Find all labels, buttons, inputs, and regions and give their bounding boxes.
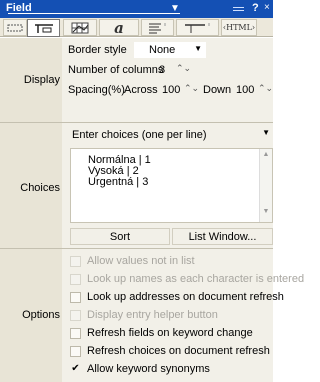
option-allow-keyword-synonyms[interactable]: ✔ Allow keyword synonyms bbox=[70, 362, 210, 376]
tab-field[interactable] bbox=[27, 19, 60, 37]
tab-text-style[interactable] bbox=[3, 19, 27, 36]
chevron-down-icon: ▼ bbox=[262, 128, 270, 137]
choices-scrollbar[interactable]: ▲ ▼ bbox=[259, 149, 272, 222]
across-label: Across bbox=[124, 84, 158, 96]
option-label: Allow keyword synonyms bbox=[87, 363, 210, 375]
scroll-up-icon[interactable]: ▲ bbox=[260, 151, 272, 163]
text-style-icon bbox=[7, 24, 23, 31]
tab-html[interactable]: ‹HTML› bbox=[221, 19, 257, 36]
tab-grid[interactable] bbox=[63, 19, 97, 36]
help-button[interactable]: ? bbox=[252, 2, 259, 14]
option-refresh-choices-document-refresh[interactable]: Refresh choices on document refresh bbox=[70, 344, 270, 358]
tab-paragraph[interactable] bbox=[141, 19, 174, 36]
down-label: Down bbox=[203, 84, 232, 96]
checkbox-icon bbox=[70, 309, 81, 321]
font-icon: a bbox=[114, 18, 124, 37]
option-label: Refresh choices on document refresh bbox=[87, 345, 270, 357]
checkbox-icon[interactable] bbox=[70, 291, 81, 303]
grid-icon bbox=[71, 22, 89, 33]
option-label: Display entry helper button bbox=[87, 309, 218, 321]
choices-source-value: Enter choices (one per line) bbox=[72, 129, 207, 141]
display-panel: Border style None ▼ Number of columns 3 … bbox=[62, 38, 273, 122]
display-section: Display Border style None ▼ Number of co… bbox=[0, 38, 273, 122]
choices-textarea[interactable]: Normálna | 1 Vysoká | 2 Urgentná | 3 ▲ ▼ bbox=[70, 148, 273, 223]
down-spinner-icon[interactable]: ⌃⌄ bbox=[258, 83, 273, 94]
option-label: Refresh fields on keyword change bbox=[87, 327, 253, 339]
options-section-label: Options bbox=[22, 309, 60, 321]
palette-titlebar[interactable]: Field ▼ ? × bbox=[0, 0, 273, 18]
option-label: Look up addresses on document refresh bbox=[87, 291, 284, 303]
columns-label: Number of columns bbox=[68, 64, 164, 76]
sort-button[interactable]: Sort bbox=[70, 228, 170, 245]
choices-source-dropdown[interactable]: Enter choices (one per line) ▼ bbox=[68, 127, 273, 143]
checkbox-icon[interactable] bbox=[70, 345, 81, 357]
border-style-dropdown[interactable]: None ▼ bbox=[134, 42, 206, 58]
option-display-entry-helper: Display entry helper button bbox=[70, 308, 218, 322]
checkbox-icon bbox=[70, 255, 81, 267]
checkbox-icon[interactable] bbox=[70, 327, 81, 339]
property-tabs: a ‹HTML› bbox=[0, 18, 273, 37]
border-style-value: None bbox=[149, 44, 176, 56]
paragraph-icon bbox=[148, 22, 165, 33]
spacing-label: Spacing(%) bbox=[68, 84, 125, 96]
tab-font[interactable]: a bbox=[99, 18, 139, 37]
down-input[interactable]: 100 bbox=[236, 84, 254, 96]
checkbox-checked-icon[interactable]: ✔ bbox=[70, 364, 81, 375]
resize-grip-icon[interactable] bbox=[233, 7, 244, 11]
tab-ruler[interactable] bbox=[176, 19, 219, 36]
option-label: Look up names as each character is enter… bbox=[87, 273, 305, 285]
palette-menu-dropdown-icon[interactable]: ▼ bbox=[170, 3, 180, 14]
list-window-button[interactable]: List Window... bbox=[172, 228, 273, 245]
choice-line: Urgentná | 3 bbox=[88, 176, 149, 188]
close-button[interactable]: × bbox=[264, 2, 270, 13]
choices-section-label: Choices bbox=[20, 182, 60, 194]
border-style-label: Border style bbox=[68, 44, 127, 56]
chevron-down-icon: ▼ bbox=[194, 44, 202, 53]
html-tag-icon: ‹HTML› bbox=[222, 23, 256, 32]
option-refresh-fields-keyword-change[interactable]: Refresh fields on keyword change bbox=[70, 326, 253, 340]
checkbox-icon bbox=[70, 273, 81, 285]
columns-input[interactable]: 3 bbox=[159, 64, 165, 76]
columns-spinner-icon[interactable]: ⌃⌄ bbox=[176, 63, 191, 74]
option-label: Allow values not in list bbox=[87, 255, 195, 267]
title-underline bbox=[8, 13, 180, 14]
option-look-up-names-each-char: Look up names as each character is enter… bbox=[70, 272, 304, 286]
across-spinner-icon[interactable]: ⌃⌄ bbox=[184, 83, 199, 94]
across-input[interactable]: 100 bbox=[162, 84, 180, 96]
display-section-label: Display bbox=[23, 74, 60, 86]
scroll-down-icon[interactable]: ▼ bbox=[260, 208, 272, 220]
ruler-icon bbox=[184, 22, 209, 33]
option-allow-values-not-in-list: Allow values not in list bbox=[70, 254, 195, 268]
option-look-up-addresses[interactable]: Look up addresses on document refresh bbox=[70, 290, 284, 304]
field-icon bbox=[34, 24, 53, 33]
